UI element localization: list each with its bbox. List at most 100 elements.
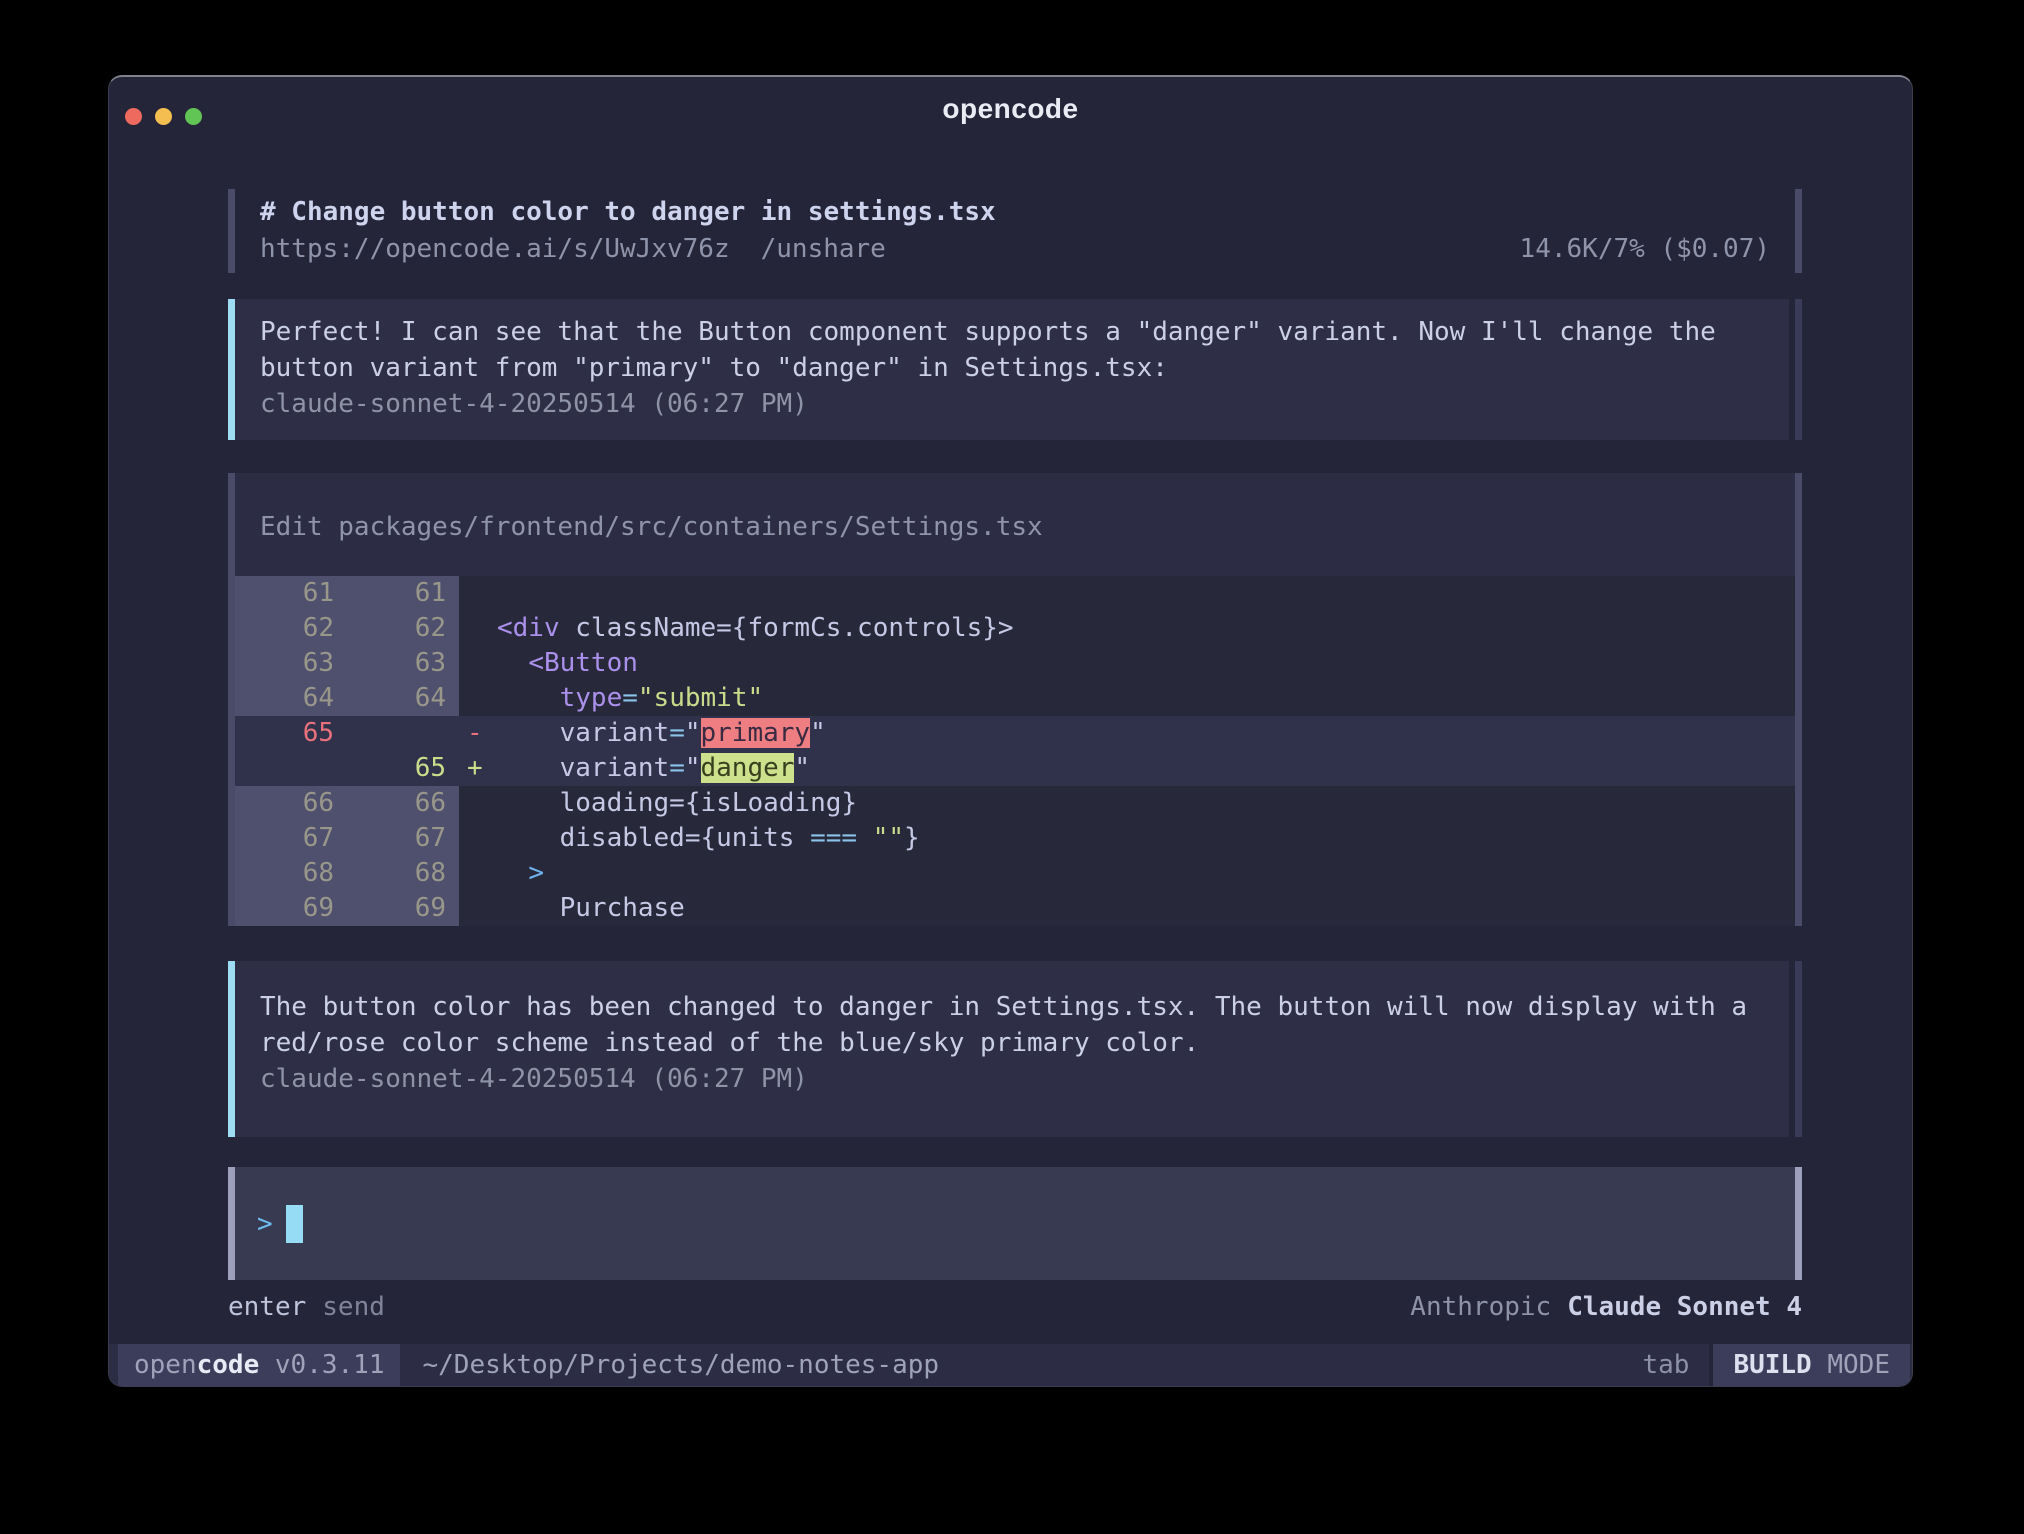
- diff-change-marker: [459, 576, 497, 611]
- code-segment: ": [794, 753, 810, 783]
- diff-row: 65- variant="primary": [235, 716, 1795, 751]
- diff-change-marker: [459, 611, 497, 646]
- diff-row: 6262<div className={formCs.controls}>: [235, 611, 1795, 646]
- statusbar-spacer: [939, 1344, 1642, 1386]
- diff-row: 6666 loading={isLoading}: [235, 786, 1795, 821]
- code-segment: [857, 823, 873, 853]
- diff-row: 6161: [235, 576, 1795, 611]
- prompt-input-block: >: [228, 1167, 1802, 1280]
- assistant-message: The button color has been changed to dan…: [228, 961, 1802, 1137]
- send-action-hint: send: [322, 1292, 385, 1322]
- diff-code-line: >: [497, 856, 1795, 891]
- header-right-rule: [1795, 189, 1802, 273]
- diff-old-lineno: 61: [235, 576, 347, 611]
- header-left-rule: [228, 189, 235, 273]
- diff-row: 6868 >: [235, 856, 1795, 891]
- code-segment: type: [560, 683, 623, 713]
- code-segment: [497, 648, 528, 678]
- diff-new-lineno: 64: [347, 681, 459, 716]
- diff-code-line: [497, 576, 1795, 611]
- opencode-window: opencode # Change button color to danger…: [108, 75, 1913, 1387]
- app-name-open: open: [134, 1350, 197, 1380]
- code-segment: =: [669, 718, 685, 748]
- model-name: Claude Sonnet 4: [1567, 1292, 1802, 1322]
- message-meta: claude-sonnet-4-20250514 (06:27 PM): [260, 386, 1764, 422]
- session-title: # Change button color to danger in setti…: [260, 194, 1770, 231]
- diff-new-lineno: 61: [347, 576, 459, 611]
- provider-name: Anthropic: [1410, 1292, 1551, 1322]
- input-right-rule: [1795, 1167, 1802, 1280]
- share-url-link[interactable]: https://opencode.ai/s/UwJxv76z: [260, 231, 730, 268]
- code-segment: "": [873, 823, 904, 853]
- code-segment: variant: [497, 753, 669, 783]
- mode-chip[interactable]: BUILD MODE: [1709, 1344, 1910, 1386]
- code-segment: Purchase: [497, 893, 685, 923]
- diff-old-lineno: 69: [235, 891, 347, 926]
- diff-change-marker: [459, 856, 497, 891]
- diff-change-marker: -: [459, 716, 497, 751]
- diff-change-marker: +: [459, 751, 497, 786]
- tab-key-hint: tab: [1642, 1344, 1689, 1386]
- code-segment: variant: [497, 718, 669, 748]
- session-header: # Change button color to danger in setti…: [228, 189, 1802, 273]
- diff-old-lineno: [235, 751, 347, 786]
- working-directory: ~/Desktop/Projects/demo-notes-app: [422, 1344, 939, 1386]
- diff-new-lineno: [347, 716, 459, 751]
- app-name-code: code: [197, 1350, 260, 1380]
- diff-code-line: Purchase: [497, 891, 1795, 926]
- diff-new-lineno: 69: [347, 891, 459, 926]
- code-segment: }: [904, 823, 920, 853]
- code-segment: =: [669, 753, 685, 783]
- diff-code-line: <div className={formCs.controls}>: [497, 611, 1795, 646]
- code-segment: [497, 683, 560, 713]
- edit-tool-card: Edit packages/frontend/src/containers/Se…: [228, 473, 1802, 926]
- text-cursor: [286, 1205, 303, 1243]
- message-text: The button color has been changed to dan…: [260, 989, 1760, 1061]
- code-segment: =: [622, 683, 638, 713]
- code-segment: ": [685, 718, 701, 748]
- diff-change-marker: [459, 821, 497, 856]
- diff-new-lineno: 67: [347, 821, 459, 856]
- code-segment: "submit": [638, 683, 763, 713]
- diff-change-marker: [459, 891, 497, 926]
- app-version-chip: opencode v0.3.11: [118, 1344, 400, 1386]
- code-segment: ===: [810, 823, 857, 853]
- diff-code-line: variant="danger": [497, 751, 1795, 786]
- code-segment: [497, 858, 528, 888]
- prompt-input[interactable]: >: [235, 1167, 1795, 1280]
- diff-new-lineno: 68: [347, 856, 459, 891]
- enter-key-hint: enter: [228, 1292, 306, 1322]
- diff-code-line: type="submit": [497, 681, 1795, 716]
- diff-old-lineno: 67: [235, 821, 347, 856]
- diff-row: 6464 type="submit": [235, 681, 1795, 716]
- code-segment: >: [528, 858, 544, 888]
- diff-old-lineno: 62: [235, 611, 347, 646]
- diff-rows: 61616262<div className={formCs.controls}…: [235, 576, 1795, 926]
- titlebar: opencode: [109, 77, 1912, 133]
- diff-change-marker: [459, 646, 497, 681]
- diff-row: 6363 <Button: [235, 646, 1795, 681]
- diff-code-line: variant="primary": [497, 716, 1795, 751]
- header-content: # Change button color to danger in setti…: [235, 189, 1795, 273]
- diff-code-line: loading={isLoading}: [497, 786, 1795, 821]
- diff-change-marker: [459, 681, 497, 716]
- code-segment: <div: [497, 613, 560, 643]
- diff-new-lineno: 66: [347, 786, 459, 821]
- code-segment: loading={isLoading}: [497, 788, 857, 818]
- diff-right-rule: [1795, 473, 1802, 926]
- message-content: Perfect! I can see that the Button compo…: [235, 299, 1789, 440]
- hint-row: enter send Anthropic Claude Sonnet 4: [228, 1289, 1802, 1325]
- code-segment: ": [810, 718, 826, 748]
- diff-row: 6767 disabled={units === ""}: [235, 821, 1795, 856]
- message-scroll-rule: [1795, 961, 1802, 1137]
- diff-new-lineno: 63: [347, 646, 459, 681]
- diff-new-lineno: 65: [347, 751, 459, 786]
- prompt-symbol: >: [257, 1209, 273, 1239]
- code-segment: <Button: [528, 648, 638, 678]
- code-segment: danger: [701, 753, 795, 783]
- diff-content: Edit packages/frontend/src/containers/Se…: [235, 473, 1795, 926]
- app-version: v0.3.11: [275, 1350, 385, 1380]
- unshare-command[interactable]: /unshare: [761, 231, 886, 268]
- diff-change-marker: [459, 786, 497, 821]
- assistant-message: Perfect! I can see that the Button compo…: [228, 299, 1802, 440]
